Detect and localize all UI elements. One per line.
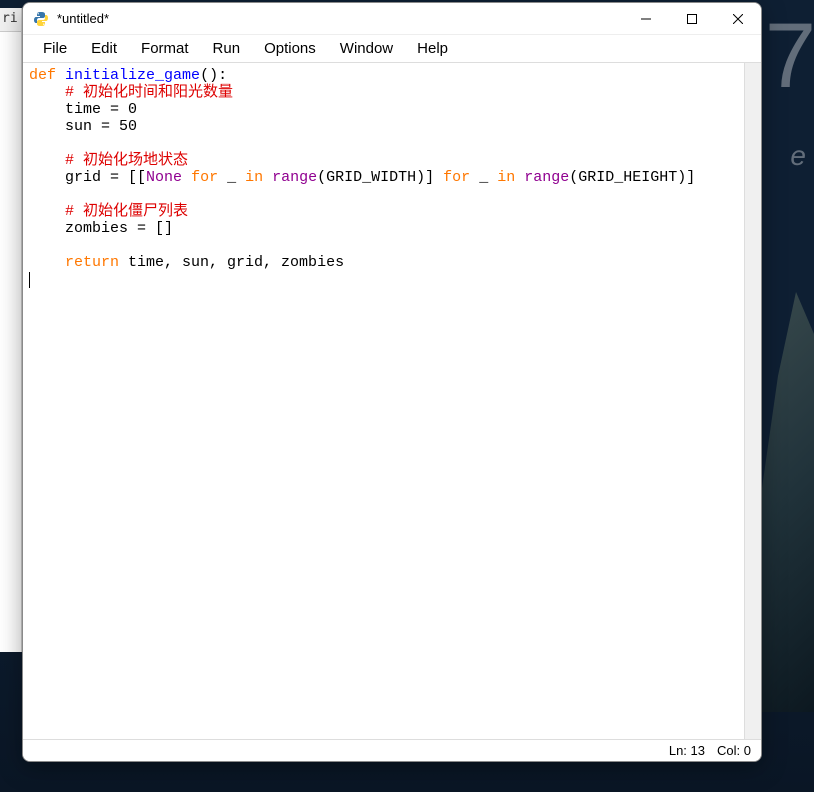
literal-none: None (146, 169, 182, 186)
text-cursor (29, 272, 30, 288)
desktop-clock-fragment: 7 (765, 24, 812, 88)
background-window-fragment: ri (0, 8, 22, 32)
keyword-for: for (191, 169, 218, 186)
titlebar[interactable]: *untitled* (23, 3, 761, 35)
background-window-fragment-body (0, 32, 22, 652)
minimize-icon (641, 14, 651, 24)
window-title: *untitled* (57, 11, 623, 26)
keyword-in: in (497, 169, 515, 186)
builtin-range: range (272, 169, 317, 186)
code-text (515, 169, 524, 186)
keyword-return: return (65, 254, 119, 271)
menu-help[interactable]: Help (405, 38, 460, 59)
code-text: _ (470, 169, 497, 186)
code-indent (29, 152, 65, 169)
keyword-for: for (443, 169, 470, 186)
status-line-label: Ln: (669, 743, 687, 758)
menu-options[interactable]: Options (252, 38, 328, 59)
code-comment: # 初始化时间和阳光数量 (65, 84, 233, 101)
menu-edit[interactable]: Edit (79, 38, 129, 59)
code-text (263, 169, 272, 186)
code-line: sun = 50 (29, 118, 137, 135)
code-text: _ (218, 169, 245, 186)
function-name: initialize_game (65, 67, 200, 84)
code-text: (GRID_HEIGHT)] (569, 169, 695, 186)
menu-window[interactable]: Window (328, 38, 405, 59)
window-controls (623, 3, 761, 34)
code-indent (29, 203, 65, 220)
close-button[interactable] (715, 3, 761, 35)
builtin-range: range (524, 169, 569, 186)
keyword-def: def (29, 67, 56, 84)
statusbar: Ln: 13 Col: 0 (23, 739, 761, 761)
menu-file[interactable]: File (31, 38, 79, 59)
keyword-in: in (245, 169, 263, 186)
maximize-icon (687, 14, 697, 24)
status-line: Ln: 13 (669, 743, 705, 758)
code-line: zombies = [] (29, 220, 173, 237)
code-text: (): (200, 67, 227, 84)
maximize-button[interactable] (669, 3, 715, 35)
code-editor[interactable]: def initialize_game(): # 初始化时间和阳光数量 time… (23, 63, 744, 739)
editor-area: def initialize_game(): # 初始化时间和阳光数量 time… (23, 63, 761, 739)
desktop-mountain (754, 292, 814, 712)
code-comment: # 初始化僵尸列表 (65, 203, 188, 220)
code-indent (29, 84, 65, 101)
menubar: File Edit Format Run Options Window Help (23, 35, 761, 63)
vertical-scrollbar[interactable] (744, 63, 761, 739)
python-idle-icon (33, 11, 49, 27)
status-col-value: 0 (744, 743, 751, 758)
status-col: Col: 0 (717, 743, 751, 758)
menu-format[interactable]: Format (129, 38, 201, 59)
idle-editor-window: *untitled* File Edit Format Run Options … (22, 2, 762, 762)
code-text: (GRID_WIDTH)] (317, 169, 443, 186)
status-line-value: 13 (691, 743, 705, 758)
code-comment: # 初始化场地状态 (65, 152, 188, 169)
code-text: time, sun, grid, zombies (119, 254, 344, 271)
code-line: time = 0 (29, 101, 137, 118)
close-icon (733, 14, 743, 24)
code-text: grid = [[ (29, 169, 146, 186)
minimize-button[interactable] (623, 3, 669, 35)
code-indent (29, 254, 65, 271)
status-col-label: Col: (717, 743, 740, 758)
code-text (182, 169, 191, 186)
desktop-sub-fragment: e (790, 140, 806, 172)
menu-run[interactable]: Run (201, 38, 253, 59)
